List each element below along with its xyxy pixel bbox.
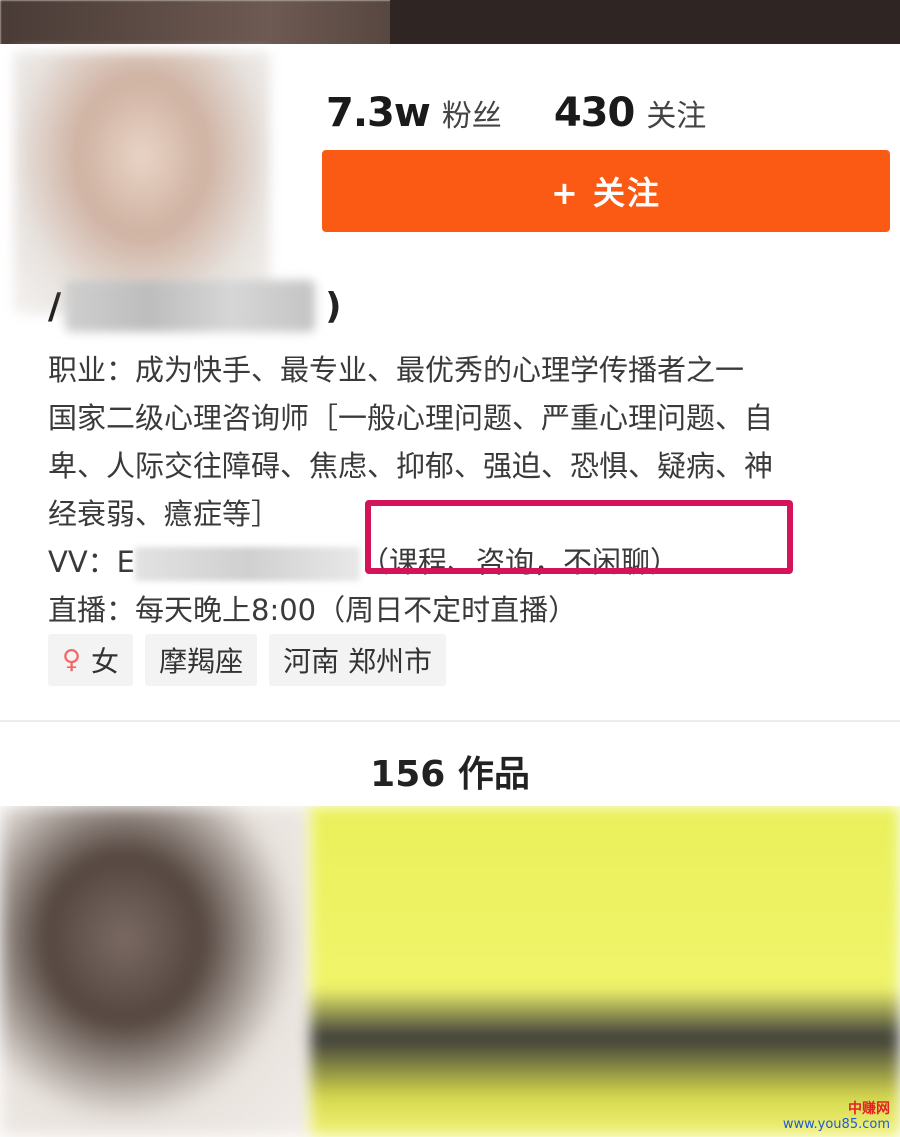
fans-count[interactable]: 7.3w	[326, 90, 431, 136]
fans-label[interactable]: 粉丝	[442, 91, 502, 135]
watermark-text: 中赚网	[848, 1101, 890, 1117]
profile-stats: 7.3w 粉丝 430 关注	[326, 90, 706, 136]
tag-location-label: 河南 郑州市	[283, 645, 432, 678]
tag-location: 河南 郑州市	[269, 634, 446, 686]
avatar[interactable]	[14, 52, 270, 314]
highlight-annotation-box	[365, 500, 793, 574]
username-prefix: /	[48, 285, 62, 327]
tag-gender: ♀ 女	[48, 634, 134, 686]
watermark-url: www.you85.com	[782, 1117, 890, 1132]
vv-id-blurred	[135, 547, 361, 581]
profile-bio: 职业：成为快手、最专业、最优秀的心理学传播者之一 国家二级心理咨询师［一般心理问…	[48, 346, 878, 634]
watermark: 中赚网 www.you85.com	[783, 1101, 890, 1133]
tag-zodiac-label: 摩羯座	[159, 645, 244, 678]
works-count-tab[interactable]: 156 作品	[0, 745, 900, 797]
username-blurred	[65, 280, 316, 332]
header-banner-dark	[390, 0, 900, 48]
tag-zodiac: 摩羯座	[145, 634, 258, 686]
follow-button[interactable]: + 关注	[322, 150, 890, 232]
profile-tags: ♀ 女 摩羯座 河南 郑州市	[48, 634, 446, 686]
profile-card: 7.3w 粉丝 430 关注 + 关注 / ) 职业：成为快手、最专业、最优秀的…	[0, 44, 900, 724]
female-symbol-icon: ♀	[62, 645, 82, 675]
works-grid	[0, 806, 900, 1137]
section-divider	[0, 720, 900, 722]
video-thumbnail[interactable]	[0, 806, 310, 1137]
follow-button-label: + 关注	[551, 174, 661, 212]
username-suffix: )	[325, 285, 342, 327]
bio-live-schedule: 直播：每天晚上8:00（周日不定时直播）	[48, 593, 578, 627]
following-label[interactable]: 关注	[646, 91, 706, 135]
video-thumbnail[interactable]	[310, 806, 900, 1137]
bio-line: 国家二级心理咨询师［一般心理问题、严重心理问题、自	[48, 401, 774, 435]
tag-gender-label: 女	[91, 645, 120, 678]
bio-line: 职业：成为快手、最专业、最优秀的心理学传播者之一	[48, 353, 745, 387]
following-count[interactable]: 430	[554, 90, 635, 136]
username: / )	[48, 276, 342, 336]
bio-line: 卑、人际交往障碍、焦虑、抑郁、强迫、恐惧、疑病、神	[48, 449, 774, 483]
vv-prefix: VV：E	[48, 545, 136, 579]
